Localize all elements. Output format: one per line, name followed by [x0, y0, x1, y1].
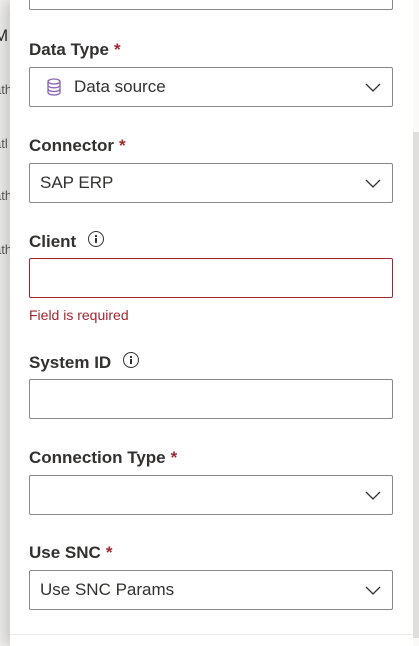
- chevron-down-icon: [365, 586, 381, 595]
- connector-label: Connector *: [29, 136, 126, 155]
- data-type-dropdown[interactable]: Data source: [29, 67, 393, 107]
- client-input[interactable]: [29, 258, 393, 298]
- required-indicator: *: [119, 136, 126, 155]
- connector-dropdown[interactable]: SAP ERP: [29, 163, 393, 203]
- connector-value: SAP ERP: [40, 173, 114, 192]
- use-snc-label: Use SNC *: [29, 543, 113, 562]
- use-snc-dropdown[interactable]: Use SNC Params: [29, 570, 393, 610]
- required-indicator: *: [105, 543, 113, 562]
- previous-field-input[interactable]: [29, 0, 393, 10]
- scrollbar-thumb[interactable]: [413, 132, 419, 638]
- data-type-value: Data source: [74, 77, 166, 96]
- required-indicator: *: [114, 40, 121, 59]
- system-id-input[interactable]: [29, 379, 393, 419]
- use-snc-value: Use SNC Params: [40, 580, 175, 599]
- side-panel: Data Type * Data source Connector * SAP …: [10, 0, 419, 646]
- database-icon: [47, 78, 61, 96]
- connection-type-label: Connection Type *: [29, 448, 178, 467]
- chevron-down-icon: [365, 83, 381, 92]
- info-icon[interactable]: [123, 352, 140, 368]
- info-icon[interactable]: [88, 231, 105, 247]
- scrollbar-track[interactable]: [413, 0, 419, 646]
- data-type-label: Data Type *: [29, 40, 121, 59]
- background-title: M: [0, 26, 9, 45]
- system-id-label: System ID: [29, 352, 140, 373]
- footer-divider: [10, 634, 419, 635]
- background-row: atl: [0, 136, 8, 151]
- chevron-down-icon: [365, 491, 381, 500]
- connection-type-dropdown[interactable]: [29, 475, 393, 515]
- client-label: Client: [29, 231, 105, 252]
- required-indicator: *: [170, 448, 178, 467]
- chevron-down-icon: [365, 179, 381, 188]
- client-error-message: Field is required: [29, 307, 129, 323]
